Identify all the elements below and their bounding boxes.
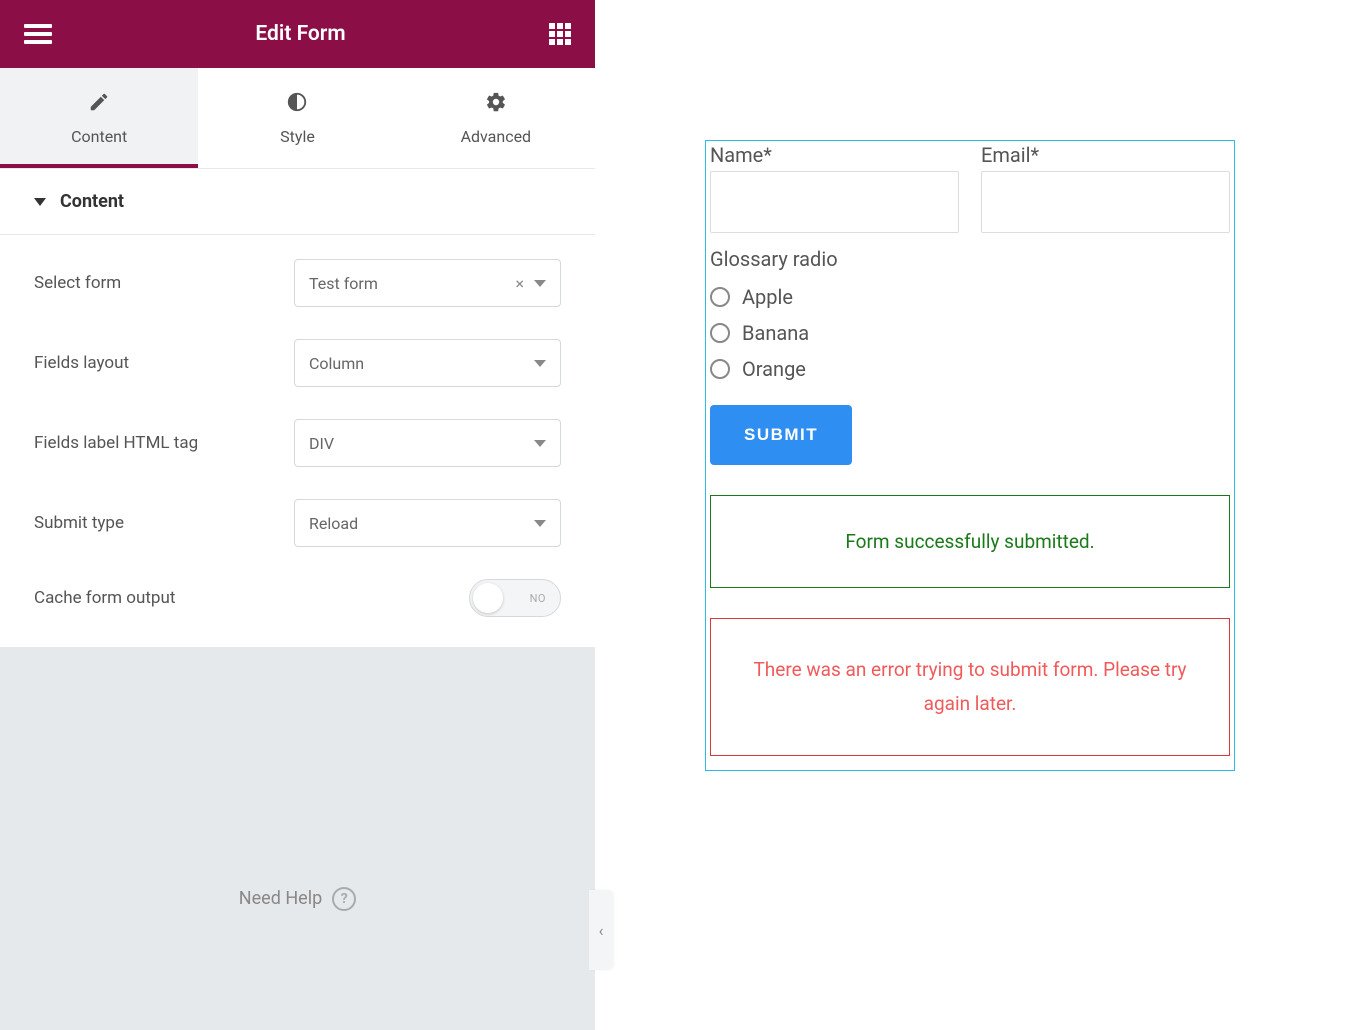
success-message: Form successfully submitted. bbox=[710, 495, 1230, 588]
fields-layout-dropdown[interactable]: Column bbox=[294, 339, 561, 387]
chevron-down-icon bbox=[534, 280, 546, 287]
toggle-state: NO bbox=[530, 592, 546, 605]
question-icon: ? bbox=[332, 887, 356, 911]
section-title: Content bbox=[60, 191, 124, 212]
radio-icon bbox=[710, 287, 730, 307]
radio-label: Apple bbox=[742, 285, 793, 309]
page-title: Edit Form bbox=[255, 22, 345, 46]
toggle-knob bbox=[473, 583, 503, 613]
name-label: Name* bbox=[710, 143, 959, 167]
contrast-icon bbox=[286, 91, 308, 117]
tab-style[interactable]: Style bbox=[198, 68, 396, 168]
help-text: Need Help bbox=[239, 888, 322, 909]
need-help[interactable]: Need Help ? bbox=[0, 647, 595, 1030]
control-select-form: Select form Test form × bbox=[34, 259, 561, 307]
control-label-tag: Fields label HTML tag DIV bbox=[34, 419, 561, 467]
tab-content[interactable]: Content bbox=[0, 68, 198, 168]
chevron-down-icon bbox=[534, 360, 546, 367]
chevron-down-icon bbox=[534, 440, 546, 447]
tab-label: Advanced bbox=[461, 127, 532, 146]
gear-icon bbox=[485, 91, 507, 117]
select-value: Test form bbox=[309, 274, 378, 293]
label-cache: Cache form output bbox=[34, 588, 294, 608]
radio-option-apple[interactable]: Apple bbox=[710, 279, 1230, 315]
select-value: DIV bbox=[309, 434, 334, 453]
chevron-down-icon bbox=[534, 520, 546, 527]
topbar: Edit Form bbox=[0, 0, 595, 68]
label-select-form: Select form bbox=[34, 273, 294, 293]
select-value: Reload bbox=[309, 514, 358, 533]
clear-icon[interactable]: × bbox=[515, 274, 524, 293]
radio-group: Glossary radio Apple Banana Orange bbox=[708, 233, 1232, 387]
field-name: Name* bbox=[710, 143, 959, 233]
caret-down-icon bbox=[34, 198, 46, 206]
select-value: Column bbox=[309, 354, 364, 373]
error-message: There was an error trying to submit form… bbox=[710, 618, 1230, 756]
field-email: Email* bbox=[981, 143, 1230, 233]
email-input[interactable] bbox=[981, 171, 1230, 233]
apps-icon[interactable] bbox=[549, 23, 571, 45]
controls-list: Select form Test form × Fields layout Co… bbox=[0, 235, 595, 647]
tab-label: Content bbox=[71, 127, 127, 146]
section-toggle-content[interactable]: Content bbox=[0, 169, 595, 235]
name-input[interactable] bbox=[710, 171, 959, 233]
label-html-tag: Fields label HTML tag bbox=[34, 433, 294, 453]
radio-label: Orange bbox=[742, 357, 806, 381]
tab-label: Style bbox=[280, 127, 315, 146]
label-tag-dropdown[interactable]: DIV bbox=[294, 419, 561, 467]
menu-icon[interactable] bbox=[24, 24, 52, 44]
content-panel: Content Select form Test form × Fields l… bbox=[0, 168, 595, 647]
control-cache: Cache form output NO bbox=[34, 579, 561, 617]
cache-toggle[interactable]: NO bbox=[469, 579, 561, 617]
tab-bar: Content Style Advanced bbox=[0, 68, 595, 168]
radio-label: Banana bbox=[742, 321, 809, 345]
collapse-sidebar-handle[interactable]: ‹ bbox=[589, 890, 613, 970]
radio-option-banana[interactable]: Banana bbox=[710, 315, 1230, 351]
control-fields-layout: Fields layout Column bbox=[34, 339, 561, 387]
form-preview[interactable]: Name* Email* Glossary radio Apple Banana bbox=[705, 140, 1235, 771]
tab-advanced[interactable]: Advanced bbox=[397, 68, 595, 168]
submit-button[interactable]: SUBMIT bbox=[710, 405, 852, 465]
radio-icon bbox=[710, 323, 730, 343]
label-fields-layout: Fields layout bbox=[34, 353, 294, 373]
email-label: Email* bbox=[981, 143, 1230, 167]
chevron-left-icon: ‹ bbox=[599, 921, 604, 940]
pencil-icon bbox=[88, 91, 110, 117]
radio-option-orange[interactable]: Orange bbox=[710, 351, 1230, 387]
label-submit-type: Submit type bbox=[34, 513, 294, 533]
preview-canvas: Name* Email* Glossary radio Apple Banana bbox=[595, 0, 1360, 1030]
select-form-dropdown[interactable]: Test form × bbox=[294, 259, 561, 307]
radio-icon bbox=[710, 359, 730, 379]
submit-type-dropdown[interactable]: Reload bbox=[294, 499, 561, 547]
editor-sidebar: Edit Form Content Style bbox=[0, 0, 595, 1030]
radio-group-label: Glossary radio bbox=[710, 247, 1230, 271]
control-submit-type: Submit type Reload bbox=[34, 499, 561, 547]
